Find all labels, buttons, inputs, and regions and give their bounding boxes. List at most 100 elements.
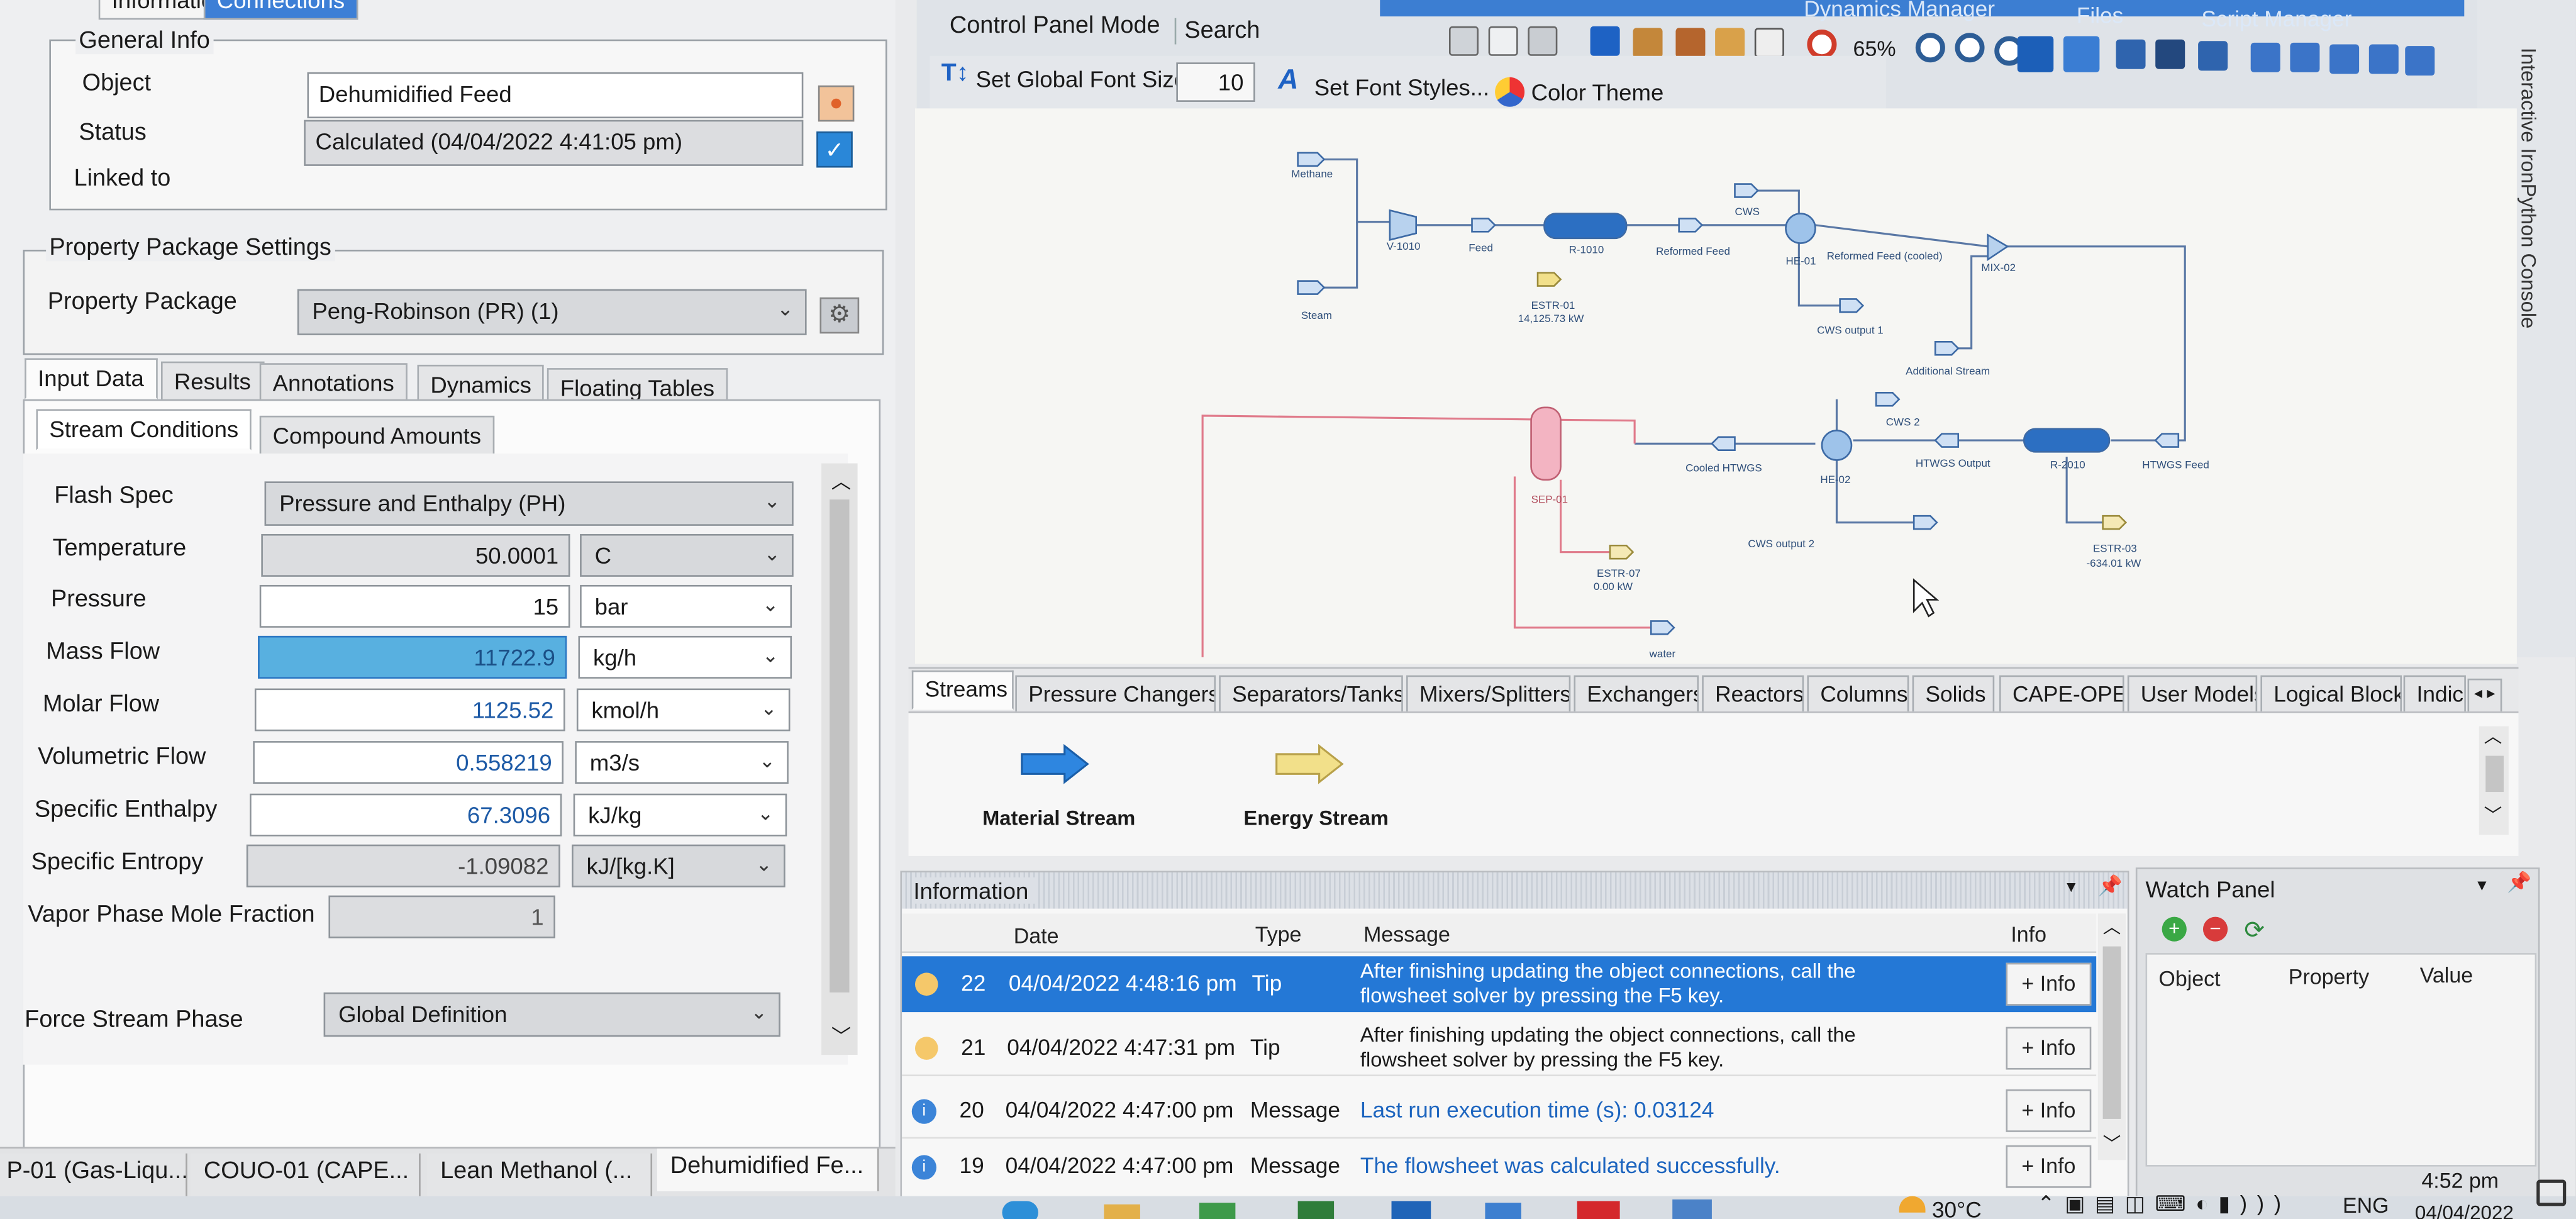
- header-date[interactable]: Date: [1014, 923, 1059, 948]
- refresh-watch-icon[interactable]: ⟳: [2244, 915, 2265, 945]
- more-info-button[interactable]: + Info: [2006, 1145, 2092, 1188]
- text-icon[interactable]: [1590, 26, 1620, 56]
- palette-tab-cape-open[interactable]: CAPE-OPEN: [1999, 675, 2124, 715]
- flash-spec-select[interactable]: Pressure and Enthalpy (PH) ⌄: [264, 481, 794, 526]
- doc-tab-p01[interactable]: P-01 (Gas-Liqu...: [0, 1153, 188, 1196]
- zoom-in-icon[interactable]: [1915, 33, 1945, 63]
- taskbar-app-icon[interactable]: [1672, 1199, 1712, 1219]
- scissors-icon[interactable]: [1448, 26, 1479, 56]
- specific-enthalpy-input[interactable]: 67.3096: [250, 793, 562, 837]
- remove-watch-icon[interactable]: −: [2202, 916, 2228, 942]
- paste-icon[interactable]: [1528, 26, 1558, 56]
- align-bottom-icon[interactable]: [2405, 46, 2435, 76]
- pressure-input[interactable]: 15: [259, 584, 570, 628]
- property-package-select[interactable]: Peng-Robinson (PR) (1) ⌄: [297, 289, 807, 335]
- more-info-button[interactable]: + Info: [2006, 962, 2092, 1006]
- language-indicator[interactable]: ENG: [2343, 1193, 2389, 1217]
- zoom-out-icon[interactable]: [1955, 33, 1985, 63]
- palette-tab-logical-blocks[interactable]: Logical Blocks: [2260, 675, 2402, 715]
- clock-time[interactable]: 4:52 pm: [2421, 1168, 2499, 1193]
- align-left-icon[interactable]: [2250, 42, 2280, 72]
- specific-enthalpy-unit-select[interactable]: kJ/kg ⌄: [573, 793, 787, 837]
- weather-temperature[interactable]: 30°C: [1932, 1198, 1982, 1219]
- stream-conditions-scrollbar[interactable]: ︿ ﹀: [821, 463, 858, 1055]
- scroll-thumb[interactable]: [2102, 946, 2121, 1119]
- volumetric-flow-unit-select[interactable]: m3/s ⌄: [575, 741, 789, 784]
- tab-annotations[interactable]: Annotations: [259, 363, 408, 403]
- temperature-input[interactable]: 50.0001: [261, 533, 570, 577]
- tab-results[interactable]: Results: [160, 361, 264, 401]
- mass-flow-input[interactable]: 11722.9: [258, 635, 567, 679]
- information-row[interactable]: 22 04/04/2022 4:48:16 pm Tip After finis…: [902, 956, 2097, 1013]
- zoom-icon[interactable]: [1807, 30, 1837, 60]
- align-right-icon[interactable]: [2329, 44, 2360, 74]
- specific-entropy-unit-select[interactable]: kJ/[kg.K] ⌄: [572, 844, 786, 888]
- palette-tab-streams[interactable]: Streams: [911, 670, 1014, 710]
- scroll-down-icon[interactable]: ﹀: [2103, 1130, 2121, 1157]
- status-ok-button[interactable]: ✓: [816, 131, 853, 168]
- palette-scrollbar[interactable]: ︿ ﹀: [2479, 726, 2509, 835]
- taskbar-app-icon[interactable]: [1485, 1203, 1521, 1219]
- energy-stream-arrow-icon[interactable]: [1273, 743, 1345, 786]
- taskbar-app-icon[interactable]: [1104, 1204, 1140, 1219]
- watch-header-property[interactable]: Property: [2289, 964, 2369, 989]
- ironpython-console-tab[interactable]: Interactive IronPython Console: [2517, 48, 2540, 343]
- tray-icons[interactable]: ⌃▣▤◫⌨◐▮))): [2037, 1191, 2291, 1218]
- menu-dynamics-manager[interactable]: Dynamics Manager: [1804, 0, 1995, 21]
- table-icon[interactable]: [1633, 28, 1663, 58]
- mass-flow-unit-select[interactable]: kg/h ⌄: [578, 635, 792, 679]
- volumetric-flow-input[interactable]: 0.558219: [253, 741, 564, 784]
- palette-tab-separators-tanks[interactable]: Separators/Tanks: [1219, 675, 1403, 715]
- scroll-up-icon[interactable]: ︿: [831, 467, 851, 494]
- tab-dynamics[interactable]: Dynamics: [417, 364, 545, 404]
- scroll-down-icon[interactable]: ﹀: [831, 1022, 851, 1050]
- grid-toggle-icon[interactable]: [2017, 36, 2054, 72]
- taskbar-app-icon[interactable]: [1199, 1203, 1236, 1219]
- palette-tab-columns[interactable]: Columns: [1807, 675, 1909, 715]
- header-info[interactable]: Info: [2011, 921, 2046, 946]
- energy-stream-label[interactable]: Energy Stream: [1243, 807, 1388, 830]
- scroll-thumb[interactable]: [830, 499, 850, 993]
- watch-header-value[interactable]: Value: [2420, 963, 2473, 988]
- object-name-field[interactable]: Dehumidified Feed: [307, 72, 804, 119]
- align-top-icon[interactable]: [2368, 44, 2399, 74]
- palette-tab-user-models[interactable]: User Models: [2127, 675, 2258, 715]
- watch-header-object[interactable]: Object: [2158, 966, 2220, 991]
- clock-date[interactable]: 04/04/2022: [2415, 1201, 2514, 1219]
- palette-tab-reactors[interactable]: Reactors: [1702, 675, 1804, 715]
- taskbar-app-icon[interactable]: [1391, 1201, 1431, 1219]
- doc-tab-lean-methanol[interactable]: Lean Methanol (...: [427, 1153, 653, 1196]
- taskbar-app-icon[interactable]: [1577, 1201, 1620, 1219]
- header-message[interactable]: Message: [1363, 921, 1450, 946]
- pin-icon[interactable]: 📌: [2098, 874, 2123, 898]
- tab-input-data[interactable]: Input Data: [25, 358, 157, 399]
- chevron-down-icon[interactable]: ▾: [2067, 876, 2075, 897]
- scroll-up-icon[interactable]: ︿: [2484, 723, 2502, 749]
- grid-icon[interactable]: [1754, 28, 1784, 58]
- set-font-styles-button[interactable]: Set Font Styles...: [1314, 74, 1489, 101]
- pin-icon[interactable]: 📌: [2507, 871, 2531, 894]
- snap-icon[interactable]: [2063, 36, 2100, 72]
- chevron-down-icon[interactable]: ▾: [2477, 874, 2486, 895]
- set-global-font-size-label[interactable]: Set Global Font Size: [976, 65, 1187, 92]
- print-icon[interactable]: [2116, 39, 2146, 69]
- palette-tab-exchangers[interactable]: Exchangers: [1574, 675, 1699, 715]
- material-stream-label[interactable]: Material Stream: [982, 807, 1135, 830]
- tab-connections[interactable]: Connections: [203, 0, 358, 20]
- force-phase-select[interactable]: Global Definition ⌄: [323, 992, 780, 1037]
- palette-tab-solids[interactable]: Solids: [1912, 675, 1995, 715]
- information-row[interactable]: i 19 04/04/2022 4:47:00 pm Message The f…: [902, 1138, 2096, 1194]
- search-button[interactable]: Search: [1174, 18, 1260, 45]
- temperature-unit-select[interactable]: C ⌄: [580, 533, 794, 577]
- information-scrollbar[interactable]: ︿ ﹀: [2097, 913, 2126, 1161]
- more-info-button[interactable]: + Info: [2006, 1027, 2092, 1070]
- palette-tab-pressure-changers[interactable]: Pressure Changers: [1015, 675, 1216, 715]
- control-panel-mode-button[interactable]: Control Panel Mode: [950, 13, 1160, 40]
- material-stream-arrow-icon[interactable]: [1019, 743, 1091, 786]
- tab-compound-amounts[interactable]: Compound Amounts: [259, 415, 494, 455]
- print-preview-icon[interactable]: [2155, 39, 2185, 69]
- export-icon[interactable]: [2198, 41, 2228, 71]
- palette-tab-indica[interactable]: Indica: [2403, 675, 2466, 715]
- color-theme-button[interactable]: Color Theme: [1531, 79, 1664, 105]
- more-info-button[interactable]: + Info: [2006, 1089, 2092, 1132]
